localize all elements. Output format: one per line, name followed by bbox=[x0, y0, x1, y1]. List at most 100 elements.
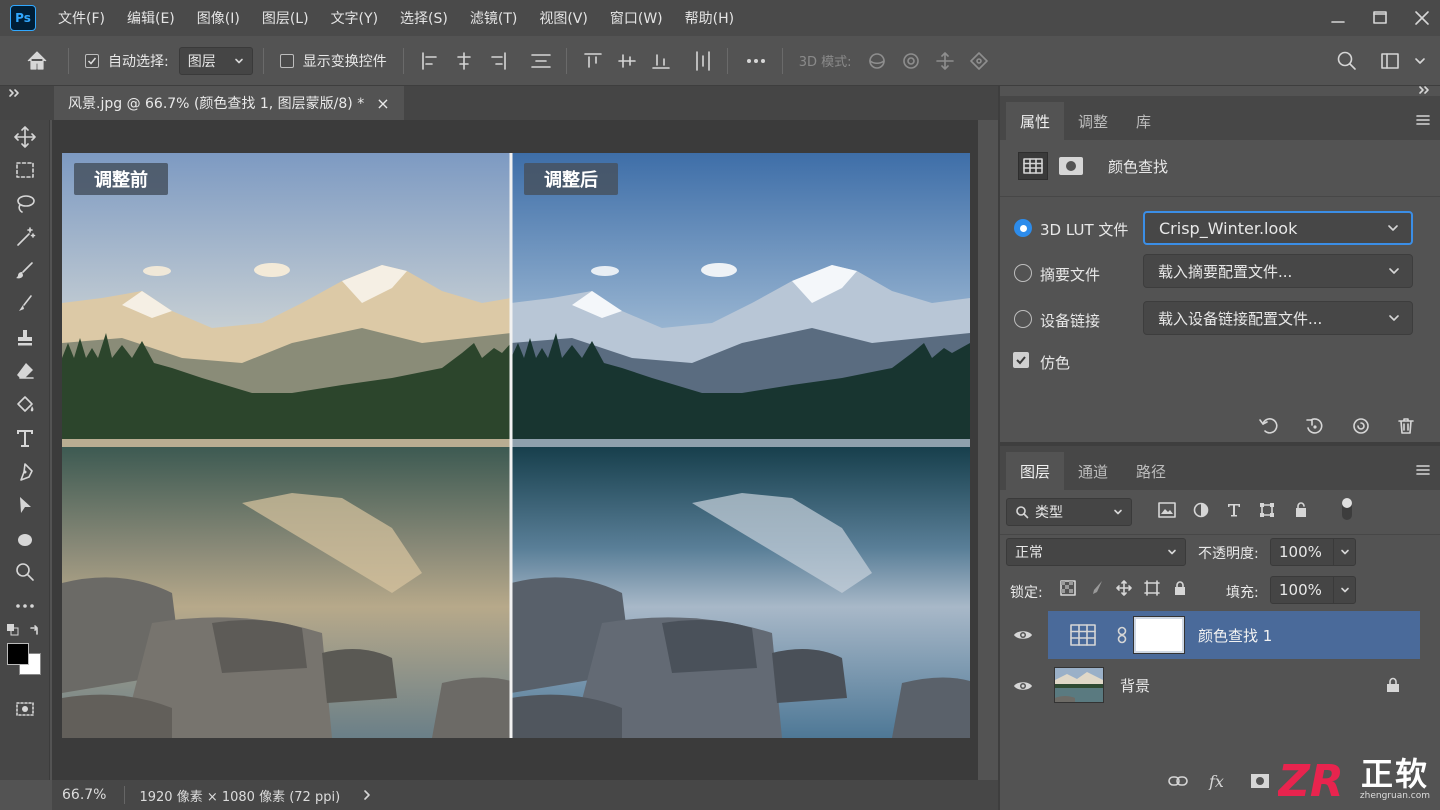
filter-pixel-icon[interactable] bbox=[1158, 502, 1176, 518]
menu-filter[interactable]: 滤镜(T) bbox=[470, 8, 517, 28]
type-tool[interactable] bbox=[0, 422, 50, 456]
default-colors-icon[interactable] bbox=[6, 623, 20, 637]
distribute-vertical-icon[interactable] bbox=[530, 51, 552, 71]
visibility-eye-icon[interactable] bbox=[1013, 628, 1033, 642]
layer-mask-thumbnail[interactable] bbox=[1133, 616, 1185, 654]
maximize-icon[interactable] bbox=[1370, 8, 1390, 28]
3d-roll-icon[interactable] bbox=[900, 50, 922, 72]
fill-field[interactable]: 100% bbox=[1270, 576, 1356, 604]
document-tab[interactable]: 风景.jpg @ 66.7% (颜色查找 1, 图层蒙版/8) * × bbox=[54, 86, 404, 120]
filter-type-icon[interactable] bbox=[1226, 502, 1242, 518]
radio-abstract[interactable] bbox=[1014, 264, 1032, 282]
menu-image[interactable]: 图像(I) bbox=[197, 8, 240, 28]
lock-transparent-pixels-icon[interactable] bbox=[1060, 580, 1076, 596]
align-center-horizontal-icon[interactable] bbox=[454, 51, 474, 71]
lock-position-icon[interactable] bbox=[1116, 580, 1132, 596]
filter-shape-icon[interactable] bbox=[1259, 502, 1275, 518]
tab-paths[interactable]: 路径 bbox=[1122, 452, 1180, 490]
lock-image-pixels-icon[interactable] bbox=[1088, 580, 1104, 596]
menu-file[interactable]: 文件(F) bbox=[58, 8, 105, 28]
panel-menu-icon[interactable] bbox=[1416, 114, 1430, 126]
auto-select-checkbox[interactable] bbox=[85, 53, 99, 68]
move-tool[interactable] bbox=[0, 120, 50, 154]
add-mask-icon[interactable] bbox=[1250, 773, 1270, 789]
canvas-area[interactable]: 调整前 调整后 bbox=[52, 120, 978, 780]
align-right-icon[interactable] bbox=[488, 51, 508, 71]
search-icon[interactable] bbox=[1336, 50, 1358, 72]
clip-to-layer-icon[interactable] bbox=[1258, 416, 1280, 436]
lock-all-icon[interactable] bbox=[1172, 580, 1188, 596]
trash-icon[interactable] bbox=[1396, 416, 1416, 436]
radio-3d-lut[interactable] bbox=[1014, 219, 1032, 237]
radio-device-link[interactable] bbox=[1014, 310, 1032, 328]
layer-filter-dropdown[interactable]: 类型 bbox=[1006, 498, 1132, 526]
view-previous-icon[interactable] bbox=[1304, 416, 1326, 436]
tab-libraries[interactable]: 库 bbox=[1122, 102, 1165, 140]
home-icon[interactable] bbox=[24, 48, 50, 74]
align-left-icon[interactable] bbox=[420, 51, 440, 71]
dither-checkbox[interactable] bbox=[1013, 352, 1029, 368]
swap-colors-icon[interactable] bbox=[28, 623, 42, 637]
filter-smart-object-icon[interactable] bbox=[1292, 502, 1308, 518]
opacity-field[interactable]: 100% bbox=[1270, 538, 1356, 566]
menu-window[interactable]: 窗口(W) bbox=[610, 8, 663, 28]
lasso-tool[interactable] bbox=[0, 187, 50, 221]
tab-adjustments[interactable]: 调整 bbox=[1064, 102, 1122, 140]
show-transform-checkbox[interactable] bbox=[279, 53, 294, 68]
device-link-dropdown[interactable]: 载入设备链接配置文件... bbox=[1143, 301, 1413, 335]
document-image[interactable]: 调整前 调整后 bbox=[62, 153, 970, 738]
more-options-icon[interactable] bbox=[744, 51, 768, 71]
menu-select[interactable]: 选择(S) bbox=[400, 8, 448, 28]
tab-channels[interactable]: 通道 bbox=[1064, 452, 1122, 490]
close-tab-button[interactable]: × bbox=[376, 94, 389, 113]
align-middle-icon[interactable] bbox=[617, 51, 637, 71]
chevron-down-icon[interactable] bbox=[1414, 56, 1426, 66]
menu-view[interactable]: 视图(V) bbox=[539, 8, 588, 28]
stamp-brush-tool[interactable] bbox=[0, 288, 50, 322]
3d-slide-icon[interactable] bbox=[968, 50, 990, 72]
menu-help[interactable]: 帮助(H) bbox=[685, 8, 734, 28]
menu-edit[interactable]: 编辑(E) bbox=[127, 8, 175, 28]
paint-bucket-tool[interactable] bbox=[0, 388, 50, 422]
panel-menu-icon[interactable] bbox=[1416, 464, 1430, 476]
layer-row-background[interactable]: 背景 bbox=[1048, 661, 1420, 709]
foreground-color-swatch[interactable] bbox=[7, 642, 29, 665]
clone-stamp-tool[interactable] bbox=[0, 321, 50, 355]
magic-wand-tool[interactable] bbox=[0, 221, 50, 255]
zoom-tool[interactable] bbox=[0, 556, 50, 590]
zoom-level[interactable]: 66.7% bbox=[62, 787, 106, 803]
distribute-horizontal-icon[interactable] bbox=[693, 50, 713, 72]
expand-toolbar-icon[interactable] bbox=[8, 88, 22, 98]
menu-type[interactable]: 文字(Y) bbox=[331, 8, 378, 28]
adjustment-properties-button[interactable] bbox=[1018, 152, 1048, 180]
reset-icon[interactable] bbox=[1350, 416, 1372, 436]
abstract-file-dropdown[interactable]: 载入摘要配置文件... bbox=[1143, 254, 1413, 288]
marquee-tool[interactable] bbox=[0, 154, 50, 188]
workspace-icon[interactable] bbox=[1380, 51, 1400, 71]
close-window-icon[interactable] bbox=[1412, 8, 1432, 28]
filter-adjustment-icon[interactable] bbox=[1193, 502, 1209, 518]
align-bottom-icon[interactable] bbox=[651, 51, 671, 71]
chevron-right-icon[interactable] bbox=[362, 789, 372, 801]
visibility-eye-icon[interactable] bbox=[1013, 679, 1033, 693]
blend-mode-dropdown[interactable]: 正常 bbox=[1006, 538, 1186, 566]
minimize-icon[interactable] bbox=[1328, 8, 1348, 28]
tab-properties[interactable]: 属性 bbox=[1006, 102, 1065, 140]
mask-properties-button[interactable] bbox=[1056, 152, 1086, 180]
auto-select-target-dropdown[interactable]: 图层 bbox=[178, 46, 253, 75]
filter-toggle[interactable] bbox=[1342, 498, 1352, 520]
fx-icon[interactable]: fx bbox=[1208, 772, 1230, 790]
eraser-tool[interactable] bbox=[0, 355, 50, 389]
link-layers-icon[interactable] bbox=[1168, 774, 1188, 788]
lock-artboard-icon[interactable] bbox=[1144, 580, 1160, 596]
pen-tool[interactable] bbox=[0, 455, 50, 489]
layer-row-color-lookup[interactable]: 颜色查找 1 bbox=[1048, 611, 1420, 659]
3d-orbit-icon[interactable] bbox=[866, 50, 888, 72]
3d-pan-icon[interactable] bbox=[934, 50, 956, 72]
lut-file-dropdown[interactable]: Crisp_Winter.look bbox=[1143, 211, 1413, 245]
brush-tool[interactable] bbox=[0, 254, 50, 288]
align-top-icon[interactable] bbox=[583, 51, 603, 71]
menu-layer[interactable]: 图层(L) bbox=[262, 8, 309, 28]
more-tools[interactable] bbox=[0, 589, 50, 623]
path-selection-tool[interactable] bbox=[0, 489, 50, 523]
